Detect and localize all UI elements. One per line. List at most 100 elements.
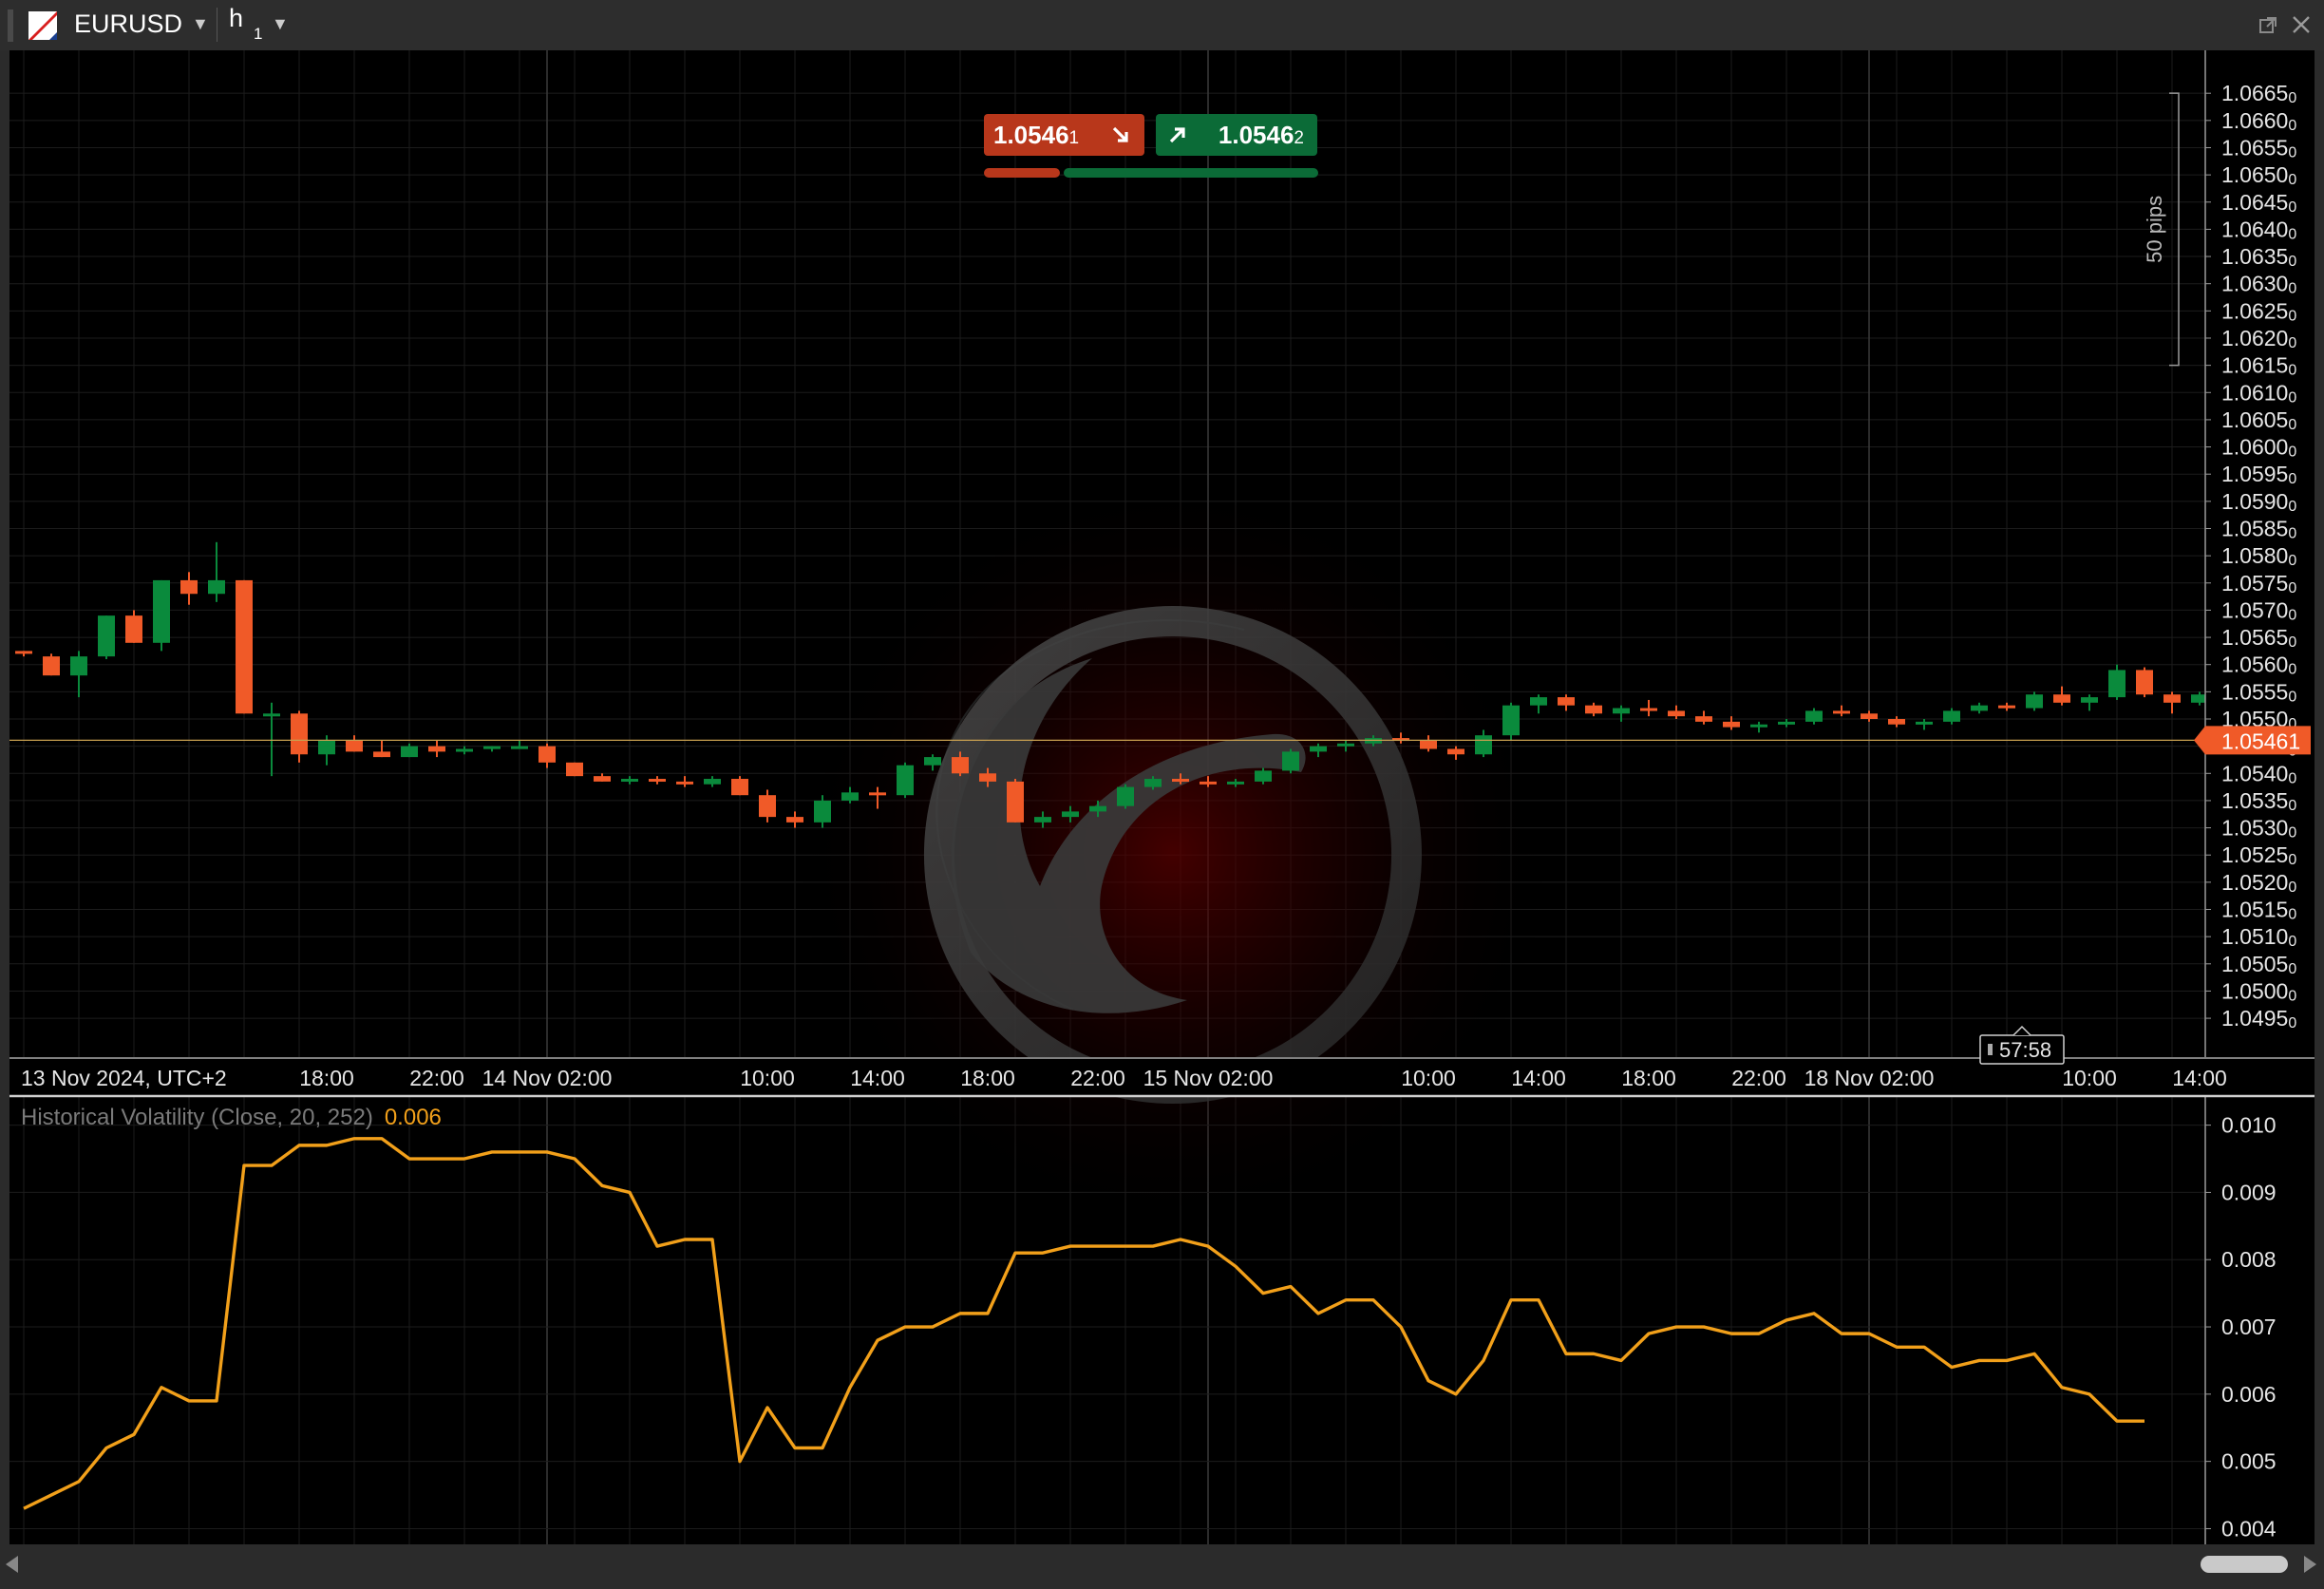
y-tick-label: 1.05550 [2221, 679, 2296, 705]
y-tick-suffix: 0 [2288, 634, 2296, 651]
x-tick-label: 10:00 [1401, 1066, 1456, 1090]
buy-button[interactable]: 1.05462 [1156, 114, 1317, 156]
y-tick-suffix: 0 [2288, 389, 2296, 406]
candle-body [1695, 716, 1712, 722]
countdown-pointer [2012, 1025, 2031, 1036]
y-tick-suffix: 0 [2288, 445, 2296, 461]
scroll-left-icon[interactable] [6, 1556, 18, 1573]
candle-body [2136, 670, 2153, 695]
drag-handle[interactable] [8, 9, 13, 42]
chevron-down-icon[interactable]: ▼ [272, 14, 289, 34]
x-tick-label: 14 Nov 02:00 [482, 1066, 613, 1090]
y-tick-suffix: 0 [2288, 852, 2296, 868]
x-tick-label: 22:00 [1731, 1066, 1786, 1090]
y-tick-suffix: 0 [2288, 226, 2296, 242]
detach-window-icon[interactable] [2258, 15, 2278, 36]
y-tick-suffix: 0 [2288, 770, 2296, 786]
y-tick-suffix: 0 [2288, 281, 2296, 297]
candle-body [814, 800, 831, 823]
chevron-down-icon[interactable]: ▼ [192, 14, 209, 34]
y-tick-label: 1.05250 [2221, 842, 2296, 868]
candle-body [1447, 748, 1464, 755]
y-tick-suffix: 0 [2288, 553, 2296, 569]
y-tick-label: 1.06250 [2221, 298, 2296, 324]
candle-body [2163, 694, 2181, 703]
candle-body [70, 656, 87, 676]
hv-y-tick-label: 0.004 [2221, 1516, 2277, 1541]
y-tick-suffix: 0 [2288, 689, 2296, 705]
chart-area[interactable]: 1.04950 1.05000 1.05050 1.05100 1.05150 1.052… [9, 50, 2315, 1544]
candle-body [1943, 710, 1960, 722]
candle-body [401, 746, 418, 758]
y-tick-suffix: 0 [2288, 1015, 2296, 1031]
candle-body [263, 713, 280, 717]
sell-button[interactable]: 1.05461 [984, 114, 1144, 156]
x-tick-label: 18:00 [1621, 1066, 1676, 1090]
candle-body [15, 651, 32, 654]
candle-body [869, 792, 886, 796]
candle-body [759, 795, 776, 818]
candle-body [373, 751, 390, 758]
scroll-thumb[interactable] [2201, 1556, 2288, 1573]
candle-body [1998, 705, 2015, 709]
scroll-right-icon[interactable] [2304, 1556, 2316, 1573]
candle-body [786, 817, 803, 823]
symbol-selector[interactable]: EURUSD [74, 9, 182, 39]
candle-body [649, 779, 666, 783]
timeframe-selector[interactable]: h [229, 4, 243, 33]
candle-body [1227, 781, 1244, 785]
candle-body [1750, 724, 1767, 728]
candle-body [1475, 735, 1492, 755]
y-tick-suffix: 0 [2288, 934, 2296, 950]
x-tick-label: 22:00 [1070, 1066, 1125, 1090]
y-tick-label: 1.05050 [2221, 952, 2296, 977]
y-tick-label: 1.06300 [2221, 272, 2296, 297]
y-tick-label: 1.05950 [2221, 462, 2296, 487]
candle-body [1888, 719, 1905, 725]
y-tick-label: 1.06100 [2221, 380, 2296, 406]
y-tick-suffix: 0 [2288, 798, 2296, 814]
close-icon[interactable] [2290, 13, 2313, 36]
pips-ruler-label: 50 pips [2143, 196, 2166, 263]
candle-body [43, 656, 60, 676]
countdown-timer: 57:58 [1979, 1025, 2065, 1065]
watermark-logo [793, 473, 1553, 1233]
y-tick-suffix: 0 [2288, 880, 2296, 896]
y-tick-label: 1.05350 [2221, 788, 2296, 814]
candle-body [566, 762, 583, 777]
y-tick-suffix: 0 [2288, 988, 2296, 1004]
x-tick-label: 13 Nov 2024, UTC+2 [21, 1066, 227, 1090]
y-tick-label: 1.05300 [2221, 816, 2296, 842]
candle-body [236, 579, 253, 714]
candle-body [2053, 694, 2070, 703]
candle-body [98, 615, 115, 657]
candle-body [1007, 781, 1024, 823]
candle-body [180, 579, 198, 595]
candle-body [1282, 751, 1299, 771]
candle-body [1723, 721, 1740, 728]
y-tick-label: 1.06350 [2221, 244, 2296, 270]
y-tick-label: 1.06050 [2221, 407, 2296, 433]
y-tick-suffix: 0 [2288, 662, 2296, 678]
y-tick-suffix: 0 [2288, 144, 2296, 161]
candle-body [1034, 817, 1051, 823]
arrow-down-right-icon [1112, 126, 1128, 142]
candle-body [1089, 805, 1106, 812]
candle-body [346, 740, 363, 752]
y-tick-label: 1.06400 [2221, 217, 2296, 242]
hv-current-value: 0.006 [385, 1105, 442, 1130]
candle-body [1971, 705, 1988, 711]
x-tick-label: 10:00 [740, 1066, 795, 1090]
candle-body [1172, 779, 1189, 783]
y-tick-suffix: 0 [2288, 825, 2296, 842]
candle-body [1420, 740, 1437, 749]
candle-body [1833, 710, 1850, 714]
candle-body [979, 773, 996, 782]
candle-body [483, 746, 501, 749]
arrow-up-right-icon [1169, 127, 1185, 143]
x-tick-label: 10:00 [2062, 1066, 2117, 1090]
y-tick-suffix: 0 [2288, 254, 2296, 270]
horizontal-scrollbar[interactable] [0, 1544, 2324, 1589]
chart-canvas[interactable]: 1.049501.050001.050501.051001.051501.052… [9, 50, 2315, 1544]
y-tick-suffix: 0 [2288, 417, 2296, 433]
